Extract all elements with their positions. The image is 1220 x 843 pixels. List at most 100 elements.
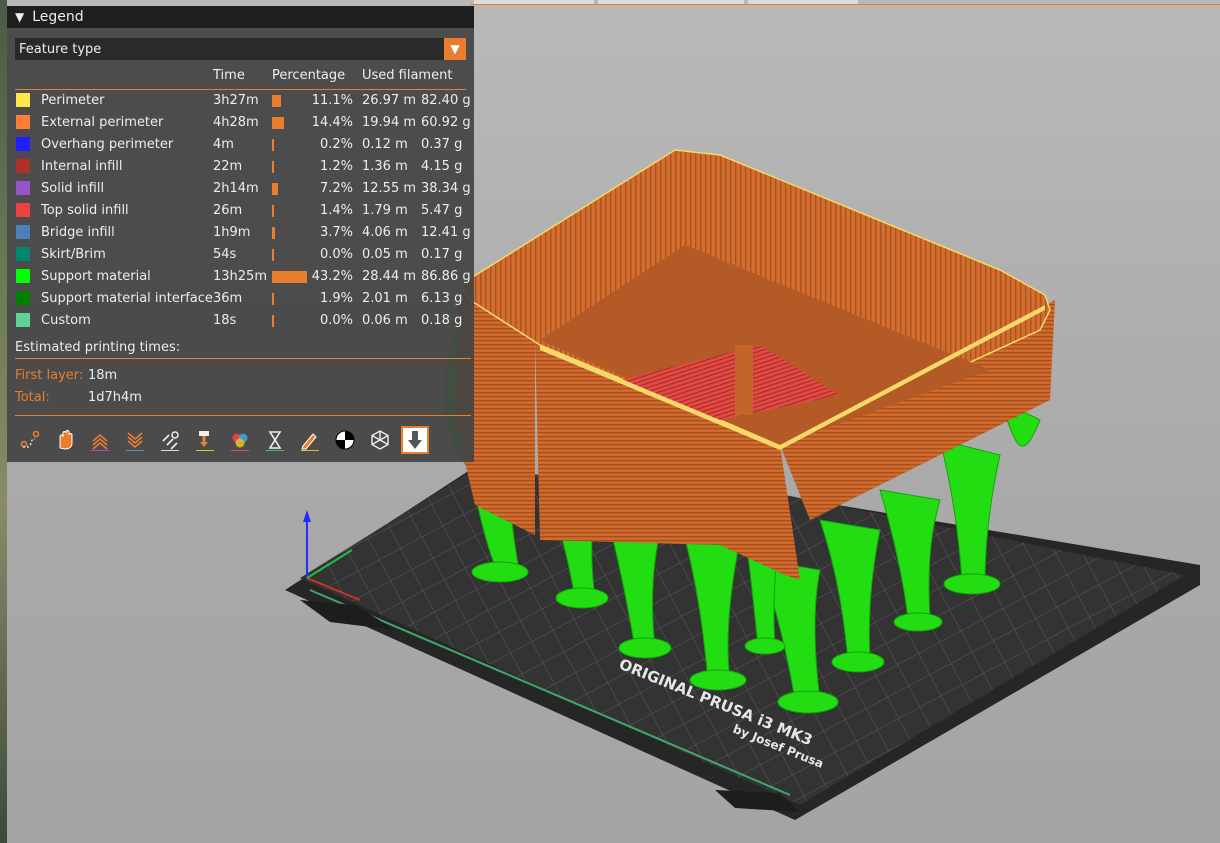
feature-percentage: 0.0% bbox=[319, 247, 353, 262]
feature-percentage: 1.4% bbox=[319, 203, 353, 218]
shells-icon bbox=[371, 430, 389, 450]
legend-row[interactable]: Solid infill 2h14m 7.2% 12.55 m 38.34 g bbox=[7, 178, 474, 200]
custom-gcode-toggle-button[interactable] bbox=[296, 426, 324, 454]
feature-time: 4m bbox=[213, 137, 234, 152]
legend-row[interactable]: Custom 18s 0.0% 0.06 m 0.18 g bbox=[7, 310, 474, 332]
custom-gcode-icon bbox=[301, 433, 319, 451]
legend-row[interactable]: Support material 13h25m 43.2% 28.44 m 86.86 … bbox=[7, 266, 474, 288]
feature-percentage: 1.2% bbox=[319, 159, 353, 174]
feature-percentage: 14.4% bbox=[311, 115, 353, 130]
color-swatch bbox=[16, 269, 30, 283]
legend-row[interactable]: Perimeter 3h27m 11.1% 26.97 m 82.40 g bbox=[7, 90, 474, 112]
feature-length: 28.44 m bbox=[362, 269, 417, 284]
total-label: Total: bbox=[15, 390, 50, 405]
color-swatch bbox=[16, 203, 30, 217]
retractions-toggle-button[interactable] bbox=[86, 426, 114, 454]
feature-time: 4h28m bbox=[213, 115, 259, 130]
feature-length: 1.36 m bbox=[362, 159, 408, 174]
first-layer-label: First layer: bbox=[15, 368, 84, 383]
percentage-bar bbox=[272, 183, 278, 195]
feature-time: 18s bbox=[213, 313, 237, 328]
feature-percentage: 3.7% bbox=[319, 225, 353, 240]
deretractions-icon bbox=[126, 432, 144, 451]
tool-marker-icon bbox=[408, 431, 422, 449]
feature-weight: 38.34 g bbox=[421, 181, 471, 196]
feature-name: Support material bbox=[41, 269, 151, 284]
percentage-bar bbox=[272, 315, 274, 327]
first-layer-value: 18m bbox=[88, 368, 118, 383]
feature-percentage: 11.1% bbox=[311, 93, 353, 108]
feature-name: Support material interface bbox=[41, 291, 213, 306]
col-header-used-filament: Used filament bbox=[362, 68, 453, 83]
percentage-bar bbox=[272, 95, 281, 107]
feature-weight: 5.47 g bbox=[421, 203, 463, 218]
legend-toolbar bbox=[16, 426, 436, 454]
col-header-percentage: Percentage bbox=[272, 68, 346, 83]
tool-changes-toggle-button[interactable] bbox=[191, 426, 219, 454]
center-of-gravity-icon bbox=[335, 430, 355, 450]
feature-name: Solid infill bbox=[41, 181, 105, 196]
retractions-icon bbox=[91, 433, 109, 451]
legend-panel: ▼ Legend Feature type ▼ Time Percentage … bbox=[7, 6, 474, 462]
feature-weight: 86.86 g bbox=[421, 269, 471, 284]
feature-weight: 0.18 g bbox=[421, 313, 463, 328]
feature-time: 1h9m bbox=[213, 225, 251, 240]
estimated-times-heading: Estimated printing times: bbox=[15, 340, 181, 355]
seams-toggle-button[interactable] bbox=[156, 426, 184, 454]
legend-row[interactable]: Internal infill 22m 1.2% 1.36 m 4.15 g bbox=[7, 156, 474, 178]
color-changes-toggle-button[interactable] bbox=[226, 426, 254, 454]
feature-length: 12.55 m bbox=[362, 181, 417, 196]
legend-row[interactable]: Bridge infill 1h9m 3.7% 4.06 m 12.41 g bbox=[7, 222, 474, 244]
feature-weight: 82.40 g bbox=[421, 93, 471, 108]
feature-percentage: 0.2% bbox=[319, 137, 353, 152]
percentage-bar bbox=[272, 293, 274, 305]
wipe-toggle-button[interactable] bbox=[51, 426, 79, 454]
feature-weight: 0.17 g bbox=[421, 247, 463, 262]
feature-weight: 6.13 g bbox=[421, 291, 463, 306]
percentage-bar bbox=[272, 161, 274, 173]
legend-header[interactable]: ▼ Legend bbox=[7, 6, 474, 28]
feature-length: 19.94 m bbox=[362, 115, 417, 130]
feature-length: 1.79 m bbox=[362, 203, 408, 218]
feature-time: 36m bbox=[213, 291, 243, 306]
dropdown-arrow-icon[interactable]: ▼ bbox=[444, 38, 466, 60]
legend-row[interactable]: Overhang perimeter 4m 0.2% 0.12 m 0.37 g bbox=[7, 134, 474, 156]
shells-toggle-button[interactable] bbox=[366, 426, 394, 454]
collapse-triangle-icon[interactable]: ▼ bbox=[15, 10, 24, 24]
color-swatch bbox=[16, 247, 30, 261]
feature-time: 22m bbox=[213, 159, 243, 174]
pause-toggle-button[interactable] bbox=[261, 426, 289, 454]
percentage-bar bbox=[272, 249, 274, 261]
color-swatch bbox=[16, 137, 30, 151]
legend-row[interactable]: External perimeter 4h28m 14.4% 19.94 m 60.92… bbox=[7, 112, 474, 134]
feature-time: 3h27m bbox=[213, 93, 259, 108]
feature-name: Skirt/Brim bbox=[41, 247, 106, 262]
feature-percentage: 0.0% bbox=[319, 313, 353, 328]
feature-percentage: 1.9% bbox=[319, 291, 353, 306]
feature-percentage: 43.2% bbox=[311, 269, 353, 284]
color-changes-icon bbox=[231, 433, 249, 451]
feature-length: 0.12 m bbox=[362, 137, 408, 152]
color-swatch bbox=[16, 93, 30, 107]
seams-icon bbox=[161, 431, 179, 451]
wipe-icon bbox=[59, 430, 73, 450]
deretractions-toggle-button[interactable] bbox=[121, 426, 149, 454]
divider bbox=[15, 415, 471, 416]
travel-icon bbox=[20, 430, 40, 449]
color-swatch bbox=[16, 291, 30, 305]
legend-row[interactable]: Top solid infill 26m 1.4% 1.79 m 5.47 g bbox=[7, 200, 474, 222]
total-value: 1d7h4m bbox=[88, 390, 142, 405]
feature-name: Top solid infill bbox=[41, 203, 129, 218]
tool-marker-toggle-button[interactable] bbox=[401, 426, 429, 454]
color-swatch bbox=[16, 181, 30, 195]
travel-toggle-button[interactable] bbox=[16, 426, 44, 454]
legend-row[interactable]: Support material interface 36m 1.9% 2.01 m 6… bbox=[7, 288, 474, 310]
view-type-dropdown[interactable]: Feature type ▼ bbox=[15, 38, 466, 60]
legend-row[interactable]: Skirt/Brim 54s 0.0% 0.05 m 0.17 g bbox=[7, 244, 474, 266]
feature-length: 26.97 m bbox=[362, 93, 417, 108]
center-of-gravity-toggle-button[interactable] bbox=[331, 426, 359, 454]
col-header-time: Time bbox=[213, 68, 245, 83]
tool-changes-icon bbox=[196, 431, 214, 451]
feature-length: 0.06 m bbox=[362, 313, 408, 328]
feature-weight: 60.92 g bbox=[421, 115, 471, 130]
